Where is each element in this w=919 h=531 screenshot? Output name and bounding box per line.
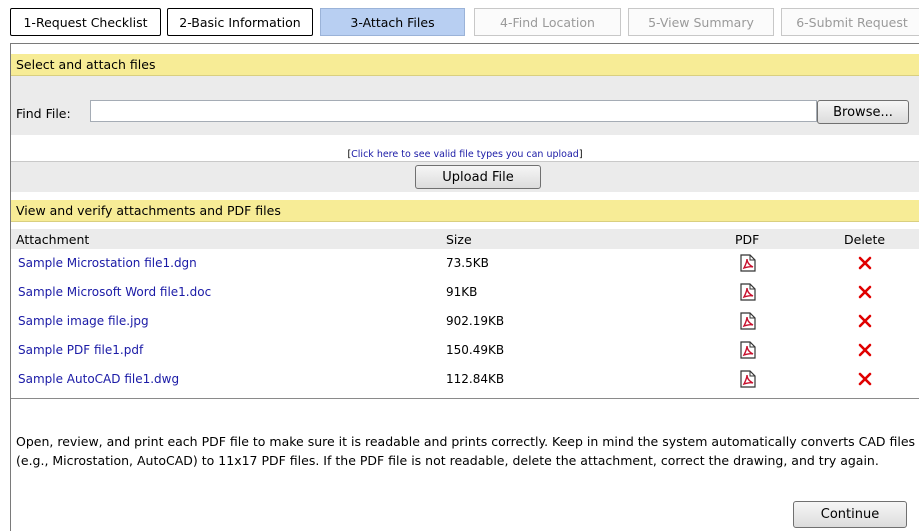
delete-icon[interactable] <box>857 371 873 387</box>
find-file-label: Find File: <box>16 106 71 121</box>
upload-file-button[interactable]: Upload File <box>415 165 541 189</box>
tab-attach-files[interactable]: 3-Attach Files <box>320 8 465 36</box>
pdf-icon[interactable] <box>739 283 757 301</box>
table-row: Sample PDF file1.pdf 150.49KB <box>11 336 919 365</box>
attachment-size: 150.49KB <box>446 343 505 357</box>
column-attachment: Attachment <box>16 232 90 247</box>
attachment-size: 73.5KB <box>446 256 489 270</box>
attachment-size: 112.84KB <box>446 372 505 386</box>
delete-icon[interactable] <box>857 284 873 300</box>
tab-view-summary: 5-View Summary <box>628 8 774 36</box>
attachment-link[interactable]: Sample Microsoft Word file1.doc <box>18 285 211 299</box>
table-bottom-divider <box>11 398 919 399</box>
find-file-input[interactable] <box>90 100 817 122</box>
tab-submit-request: 6-Submit Request <box>781 8 919 36</box>
continue-button[interactable]: Continue <box>793 501 907 528</box>
tab-basic-information[interactable]: 2-Basic Information <box>167 8 313 36</box>
attachment-link[interactable]: Sample Microstation file1.dgn <box>18 256 197 270</box>
valid-file-types-link[interactable]: Click here to see valid file types you c… <box>351 149 579 160</box>
pdf-icon[interactable] <box>739 370 757 388</box>
attachment-link[interactable]: Sample PDF file1.pdf <box>18 343 143 357</box>
attachment-link[interactable]: Sample AutoCAD file1.dwg <box>18 372 179 386</box>
pdf-icon[interactable] <box>739 312 757 330</box>
pdf-icon[interactable] <box>739 254 757 272</box>
tab-request-checklist[interactable]: 1-Request Checklist <box>10 8 161 36</box>
attachments-table-header: Attachment Size PDF Delete <box>11 229 919 249</box>
attachment-size: 91KB <box>446 285 478 299</box>
pdf-icon[interactable] <box>739 341 757 359</box>
table-row: Sample image file.jpg 902.19KB <box>11 307 919 336</box>
table-row: Sample Microstation file1.dgn 73.5KB <box>11 249 919 278</box>
column-delete: Delete <box>844 232 886 247</box>
verify-attachments-header: View and verify attachments and PDF file… <box>11 200 919 222</box>
browse-button[interactable]: Browse... <box>817 100 909 124</box>
select-files-header: Select and attach files <box>11 54 919 76</box>
delete-icon[interactable] <box>857 342 873 358</box>
table-row: Sample AutoCAD file1.dwg 112.84KB <box>11 365 919 394</box>
tab-find-location: 4-Find Location <box>474 8 621 36</box>
attachment-size: 902.19KB <box>446 314 505 328</box>
column-pdf: PDF <box>735 232 760 247</box>
column-size: Size <box>446 232 472 247</box>
valid-file-types-help: [Click here to see valid file types you … <box>11 149 919 160</box>
attach-files-panel: Select and attach files Find File: Brows… <box>10 43 919 531</box>
help-bracket-close: ] <box>578 149 583 160</box>
delete-icon[interactable] <box>857 255 873 271</box>
delete-icon[interactable] <box>857 313 873 329</box>
table-row: Sample Microsoft Word file1.doc 91KB <box>11 278 919 307</box>
attachment-link[interactable]: Sample image file.jpg <box>18 314 149 328</box>
pdf-review-note: Open, review, and print each PDF file to… <box>16 434 916 468</box>
